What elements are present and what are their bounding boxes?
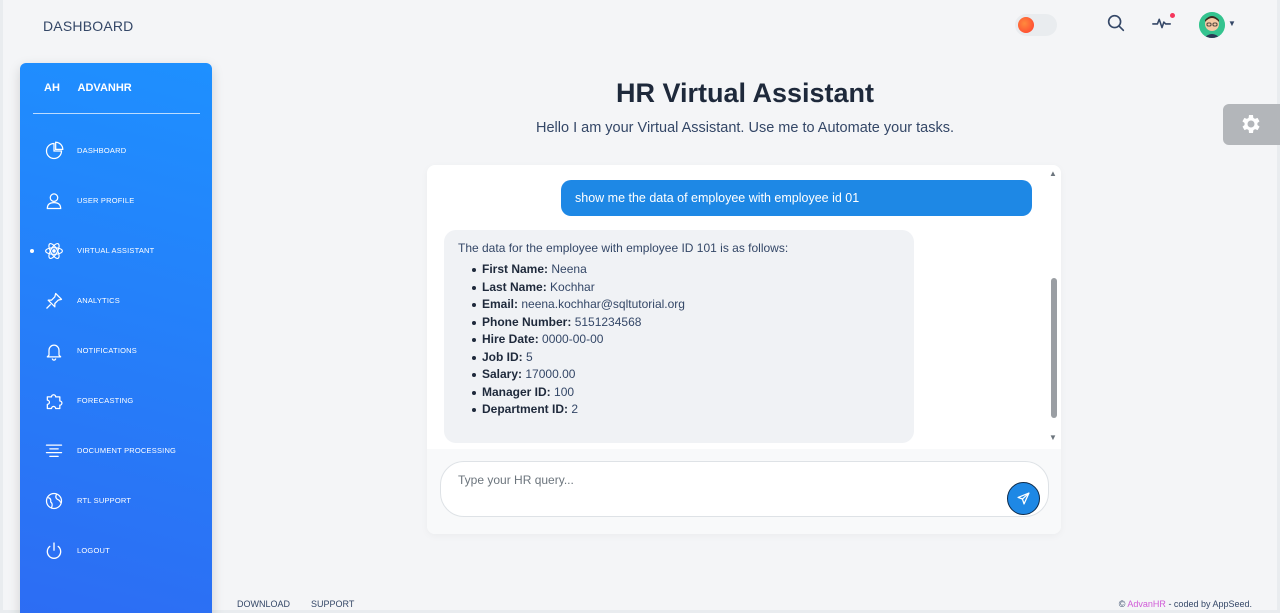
pie-chart-icon	[44, 141, 64, 161]
bell-icon	[44, 341, 64, 361]
sidebar-item-document-processing[interactable]: DOCUMENT PROCESSING	[20, 433, 212, 469]
field-label: Last Name:	[482, 279, 547, 294]
sidebar-divider	[33, 113, 200, 114]
avatar[interactable]	[1199, 12, 1225, 38]
sidebar-item-label: NOTIFICATIONS	[77, 346, 137, 355]
gear-icon	[1242, 115, 1260, 133]
pin-icon	[44, 291, 64, 311]
list-item: Salary: 17000.00	[472, 366, 900, 384]
scroll-up-arrow[interactable]: ▲	[1049, 169, 1057, 178]
list-item: Department ID: 2	[472, 401, 900, 419]
sidebar-item-logout[interactable]: LOGOUT	[20, 533, 212, 569]
assistant-message: The data for the employee with employee …	[444, 230, 914, 443]
page-title: HR Virtual Assistant	[615, 78, 875, 108]
sidebar-item-label: ANALYTICS	[77, 296, 120, 305]
field-label: Job ID:	[482, 349, 523, 364]
field-value: 0000-00-00	[542, 332, 604, 346]
sidebar-item-forecasting[interactable]: FORECASTING	[20, 383, 212, 419]
field-label: Phone Number:	[482, 314, 572, 329]
list-item: First Name: Neena	[472, 261, 900, 279]
breadcrumb-title: DASHBOARD	[43, 18, 134, 34]
field-value: 17000.00	[525, 367, 576, 381]
field-label: Manager ID:	[482, 384, 551, 399]
field-label: Department ID:	[482, 402, 569, 416]
send-button[interactable]	[1007, 482, 1040, 515]
align-center-icon	[44, 441, 64, 461]
field-value: Kochhar	[550, 279, 595, 294]
sidebar-item-label: FORECASTING	[77, 396, 134, 405]
settings-button[interactable]	[1223, 104, 1280, 145]
field-label: Salary:	[482, 367, 523, 381]
sidebar-item-user-profile[interactable]: USER PROFILE	[20, 183, 212, 219]
copyright-symbol: ©	[1118, 599, 1126, 609]
sidebar-item-label: DASHBOARD	[77, 146, 127, 155]
field-value: 2	[571, 402, 579, 416]
toggle-knob	[1018, 17, 1034, 33]
sidebar-item-analytics[interactable]: ANALYTICS	[20, 283, 212, 319]
user-icon	[44, 191, 64, 211]
sidebar-item-label: DOCUMENT PROCESSING	[77, 446, 177, 455]
chat-messages[interactable]: show me the data of employee with employ…	[427, 165, 1061, 449]
footer-link-support[interactable]: SUPPORT	[311, 599, 354, 609]
chat-card: show me the data of employee with employ…	[427, 165, 1061, 534]
sidebar-item-label: USER PROFILE	[77, 196, 135, 205]
search-icon[interactable]	[1105, 12, 1127, 34]
theme-toggle[interactable]	[1015, 14, 1057, 36]
list-item: Last Name: Kochhar	[472, 279, 900, 297]
sidebar-item-label: LOGOUT	[77, 546, 110, 555]
field-label: First Name:	[482, 262, 549, 276]
page-subtitle: Hello I am your Virtual Assistant. Use m…	[536, 120, 954, 136]
footer-credit: © AdvanHR - coded by AppSeed.	[1119, 599, 1252, 609]
puzzle-icon	[44, 391, 64, 411]
sidebar: AH ADVANHR DASHBOARD USER PROFILE VIRTUA…	[20, 63, 212, 613]
list-item: Phone Number: 5151234568	[472, 314, 900, 332]
sidebar-item-label: RTL SUPPORT	[77, 496, 132, 505]
power-icon	[44, 541, 64, 561]
chevron-down-icon[interactable]: ▼	[1228, 19, 1236, 28]
field-value: 100	[554, 384, 575, 399]
notification-dot	[1170, 13, 1175, 18]
scrollbar-thumb[interactable]	[1051, 278, 1057, 418]
assistant-intro: The data for the employee with employee …	[458, 241, 789, 255]
field-value: 5151234568	[574, 314, 642, 329]
footer-credit-text: - coded by AppSeed.	[1165, 599, 1252, 609]
user-message: show me the data of employee with employ…	[561, 180, 1032, 216]
sidebar-item-dashboard[interactable]: DASHBOARD	[20, 133, 212, 169]
list-item: Manager ID: 100	[472, 384, 900, 402]
employee-details-list: First Name: Neena Last Name: Kochhar Ema…	[458, 261, 900, 419]
list-item: Hire Date: 0000-00-00	[472, 331, 900, 349]
list-item: Email: neena.kochhar@sqltutorial.org	[472, 296, 900, 314]
field-value: 5	[526, 349, 533, 364]
sidebar-item-notifications[interactable]: NOTIFICATIONS	[20, 333, 212, 369]
sidebar-item-rtl-support[interactable]: RTL SUPPORT	[20, 483, 212, 519]
footer-brand-link[interactable]: AdvanHR	[1127, 599, 1166, 609]
field-value: neena.kochhar@sqltutorial.org	[521, 297, 685, 311]
chat-input[interactable]	[440, 461, 1049, 517]
activity-icon[interactable]	[1151, 12, 1175, 34]
atom-icon	[44, 241, 64, 261]
field-label: Hire Date:	[482, 332, 539, 346]
footer-link-download[interactable]: DOWNLOAD	[237, 599, 290, 609]
sidebar-item-label: VIRTUAL ASSISTANT	[77, 246, 155, 255]
active-indicator	[30, 249, 34, 253]
scroll-down-arrow[interactable]: ▼	[1049, 433, 1057, 442]
list-item: Job ID: 5	[472, 349, 900, 367]
sidebar-item-virtual-assistant[interactable]: VIRTUAL ASSISTANT	[20, 233, 212, 269]
field-label: Email:	[482, 297, 519, 311]
chat-input-area	[427, 449, 1061, 534]
field-value: Neena	[551, 262, 587, 276]
globe-icon	[44, 491, 64, 511]
send-icon	[1017, 492, 1030, 505]
